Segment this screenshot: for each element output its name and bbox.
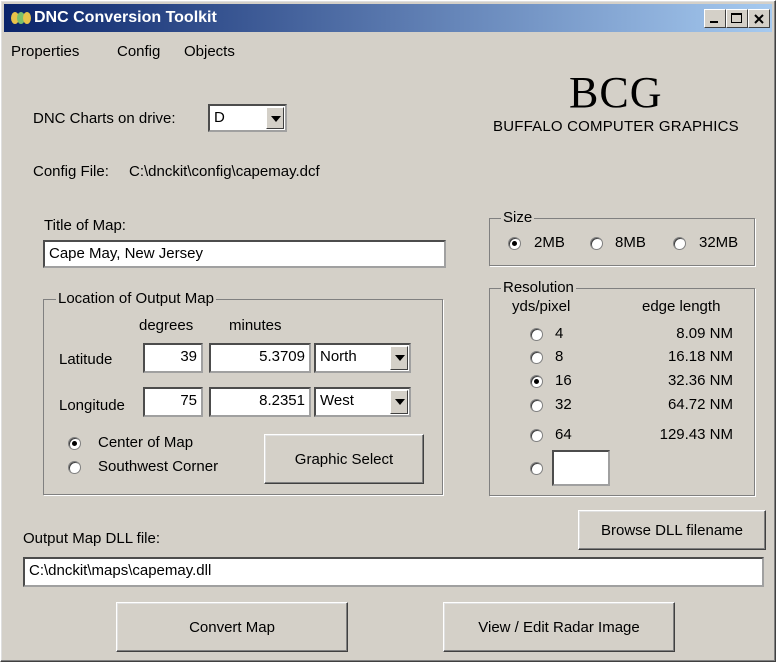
resolution-16-edge: 32.36 NM — [667, 372, 733, 389]
size-32mb-label[interactable]: 32MB — [699, 234, 738, 251]
chevron-down-icon[interactable] — [390, 390, 408, 414]
browse-dll-button[interactable]: Browse DLL filename — [578, 510, 766, 550]
size-group-title: Size — [501, 209, 535, 226]
resolution-4-label[interactable]: 4 — [555, 325, 563, 342]
size-2mb-radio[interactable] — [508, 237, 521, 250]
graphic-select-button[interactable]: Graphic Select — [264, 434, 424, 484]
resolution-32-radio[interactable] — [530, 399, 543, 412]
menu-config[interactable]: Config — [117, 43, 160, 60]
resolution-32-edge: 64.72 NM — [667, 396, 733, 413]
drive-label: DNC Charts on drive: — [33, 110, 176, 127]
map-title-value: Cape May, New Jersey — [49, 245, 203, 262]
latitude-minutes-input[interactable]: 5.3709 — [209, 343, 311, 373]
config-path: C:\dnckit\config\capemay.dcf — [129, 163, 320, 180]
output-dll-value: C:\dnckit\maps\capemay.dll — [29, 562, 212, 579]
resolution-custom-input[interactable] — [552, 450, 610, 486]
config-label: Config File: — [33, 163, 109, 180]
latitude-hemisphere-value: North — [320, 348, 357, 365]
menu-objects[interactable]: Objects — [184, 43, 235, 60]
longitude-minutes-value: 8.2351 — [259, 392, 305, 409]
close-button[interactable] — [748, 9, 770, 28]
output-dll-input[interactable]: C:\dnckit\maps\capemay.dll — [23, 557, 764, 587]
window-title: DNC Conversion Toolkit — [34, 9, 217, 26]
map-title-input[interactable]: Cape May, New Jersey — [43, 240, 446, 268]
resolution-64-label[interactable]: 64 — [555, 426, 572, 443]
maximize-button[interactable] — [726, 9, 748, 28]
title-bar[interactable]: DNC Conversion Toolkit — [4, 4, 772, 32]
size-32mb-radio[interactable] — [673, 237, 686, 250]
longitude-label: Longitude — [59, 397, 125, 414]
resolution-8-radio[interactable] — [530, 351, 543, 364]
minimize-icon — [710, 21, 718, 23]
latitude-hemisphere-select[interactable]: North — [314, 343, 411, 373]
longitude-minutes-input[interactable]: 8.2351 — [209, 387, 311, 417]
bcg-logo: BCG — [569, 68, 663, 117]
resolution-64-edge: 129.43 NM — [659, 426, 733, 443]
edge-length-header: edge length — [642, 298, 721, 315]
longitude-hemisphere-select[interactable]: West — [314, 387, 411, 417]
drive-combo[interactable]: D — [208, 104, 287, 132]
longitude-degrees-value: 75 — [180, 392, 197, 409]
resolution-16-radio[interactable] — [530, 375, 543, 388]
latitude-degrees-input[interactable]: 39 — [143, 343, 203, 373]
chevron-down-icon[interactable] — [390, 346, 408, 370]
minimize-button[interactable] — [704, 9, 726, 28]
resolution-8-edge: 16.18 NM — [667, 348, 733, 365]
size-2mb-label[interactable]: 2MB — [534, 234, 565, 251]
resolution-4-radio[interactable] — [530, 328, 543, 341]
resolution-group-title: Resolution — [501, 279, 576, 296]
output-dll-label: Output Map DLL file: — [23, 530, 161, 547]
latitude-degrees-value: 39 — [180, 348, 197, 365]
resolution-64-radio[interactable] — [530, 429, 543, 442]
app-icon — [11, 12, 31, 24]
latitude-label: Latitude — [59, 351, 113, 368]
center-of-map-radio[interactable] — [68, 437, 81, 450]
resolution-group — [489, 288, 755, 496]
longitude-hemisphere-value: West — [320, 392, 354, 409]
map-title-label: Title of Map: — [44, 217, 126, 234]
southwest-corner-radio[interactable] — [68, 461, 81, 474]
southwest-corner-label[interactable]: Southwest Corner — [98, 458, 218, 475]
resolution-16-label[interactable]: 16 — [555, 372, 572, 389]
longitude-degrees-input[interactable]: 75 — [143, 387, 203, 417]
resolution-8-label[interactable]: 8 — [555, 348, 563, 365]
view-edit-radar-button[interactable]: View / Edit Radar Image — [443, 602, 675, 652]
latitude-minutes-value: 5.3709 — [259, 348, 305, 365]
resolution-custom-radio[interactable] — [530, 462, 543, 475]
size-8mb-radio[interactable] — [590, 237, 603, 250]
convert-map-button[interactable]: Convert Map — [116, 602, 348, 652]
chevron-down-icon[interactable] — [266, 107, 284, 129]
resolution-4-edge: 8.09 NM — [676, 325, 733, 342]
bcg-logo-subtitle: BUFFALO COMPUTER GRAPHICS — [493, 118, 739, 135]
main-window: DNC Conversion Toolkit Properties Config… — [0, 0, 776, 662]
resolution-32-label[interactable]: 32 — [555, 396, 572, 413]
location-group-title: Location of Output Map — [56, 290, 216, 307]
drive-value: D — [214, 109, 225, 126]
minutes-header: minutes — [229, 317, 282, 334]
menu-properties[interactable]: Properties — [11, 43, 79, 60]
maximize-icon — [731, 13, 742, 23]
size-8mb-label[interactable]: 8MB — [615, 234, 646, 251]
close-icon — [754, 14, 764, 24]
center-of-map-label[interactable]: Center of Map — [98, 434, 193, 451]
yds-per-pixel-header: yds/pixel — [512, 298, 571, 315]
degrees-header: degrees — [139, 317, 194, 334]
